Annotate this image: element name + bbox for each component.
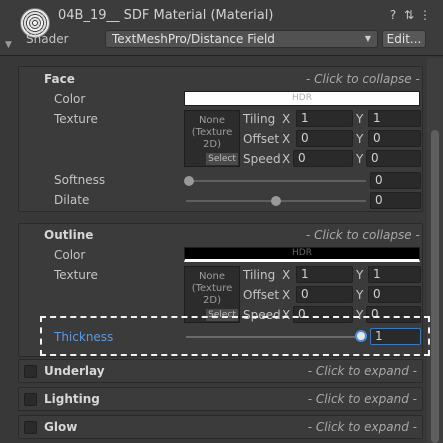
face-offset-label: Offset (243, 132, 280, 146)
outline-tiling-label: Tiling (243, 268, 276, 282)
face-offset-x-field[interactable]: 0 (296, 130, 353, 147)
face-tiling-y-field[interactable]: 1 (368, 110, 421, 127)
context-menu-icon[interactable]: ⋮ (418, 8, 432, 22)
outline-collapse-hint[interactable]: - Click to collapse - (306, 228, 420, 242)
face-tiling-y-label: Y (356, 112, 364, 126)
face-texture-select-button[interactable]: Select (206, 153, 238, 165)
face-offset-y-label: Y (356, 132, 364, 146)
face-speed-y-field[interactable]: 0 (366, 150, 421, 167)
dropdown-arrow-icon: ▼ (364, 34, 371, 43)
face-softness-slider-track[interactable] (186, 180, 366, 182)
face-offset-y-field[interactable]: 0 (368, 130, 421, 147)
face-texture-slot[interactable]: None (Texture 2D) Select (184, 110, 240, 167)
face-tiling-x-field[interactable]: 1 (296, 110, 353, 127)
underlay-expand-hint: - Click to expand - (307, 364, 417, 378)
outline-tiling-x-label: X (282, 268, 291, 282)
outline-tiling-y-field[interactable]: 1 (368, 266, 421, 283)
shader-label: Shader (26, 32, 69, 46)
face-color-hdr: HDR (292, 93, 312, 103)
face-dilate-field[interactable]: 0 (370, 192, 421, 209)
outline-offset-x-field[interactable]: 0 (296, 286, 353, 303)
face-dilate-label: Dilate (54, 193, 90, 207)
underlay-checkbox[interactable] (24, 365, 37, 378)
outline-offset-y-field[interactable]: 0 (368, 286, 421, 303)
glow-section[interactable]: Glow - Click to expand - (18, 415, 423, 439)
face-color-field[interactable]: HDR (184, 91, 420, 106)
face-dilate-slider-knob[interactable] (271, 196, 281, 206)
outline-texture-none: None (Texture 2D) (191, 271, 233, 306)
glow-checkbox[interactable] (24, 421, 37, 434)
outline-color-label: Color (54, 248, 86, 262)
lighting-checkbox[interactable] (24, 393, 37, 406)
face-softness-field[interactable]: 0 (370, 172, 421, 189)
material-title: 04B_19__ SDF Material (Material) (58, 8, 274, 23)
outline-offset-y-label: Y (356, 288, 364, 302)
face-speed-y-label: Y (356, 152, 364, 166)
outline-tiling-y-label: Y (356, 268, 364, 282)
lighting-title: Lighting (44, 392, 100, 406)
outline-texture-label: Texture (54, 268, 98, 282)
face-tiling-label: Tiling (243, 112, 276, 126)
face-offset-x-label: X (282, 132, 291, 146)
outline-color-field[interactable]: HDR (184, 247, 420, 262)
presets-icon[interactable]: ⇅ (402, 8, 416, 22)
thickness-highlight-box (40, 316, 430, 356)
face-tiling-x-label: X (282, 112, 291, 126)
face-color-label: Color (54, 92, 86, 106)
outline-offset-x-label: X (282, 288, 291, 302)
face-texture-label: Texture (54, 112, 98, 126)
face-section-title[interactable]: Face (44, 72, 75, 86)
lighting-expand-hint: - Click to expand - (307, 392, 417, 406)
lighting-section[interactable]: Lighting - Click to expand - (18, 387, 423, 411)
underlay-title: Underlay (44, 364, 105, 378)
outline-texture-slot[interactable]: None (Texture 2D) Select (184, 266, 240, 323)
outline-offset-label: Offset (243, 288, 280, 302)
face-texture-none: None (Texture 2D) (191, 115, 233, 150)
shader-dropdown-value: TextMeshPro/Distance Field (112, 32, 275, 46)
glow-expand-hint: - Click to expand - (307, 420, 417, 434)
glow-title: Glow (44, 420, 78, 434)
shader-dropdown[interactable]: TextMeshPro/Distance Field ▼ (105, 30, 378, 48)
underlay-section[interactable]: Underlay - Click to expand - (18, 359, 423, 383)
edit-shader-button[interactable]: Edit... (382, 30, 426, 48)
help-icon[interactable]: ? (386, 8, 400, 22)
face-softness-label: Softness (54, 173, 106, 187)
face-softness-slider-knob[interactable] (184, 176, 194, 186)
scrollbar-thumb[interactable] (431, 130, 439, 443)
foldout-arrow-icon[interactable]: ▼ (5, 40, 12, 50)
face-speed-x-label: X (282, 152, 291, 166)
face-speed-x-field[interactable]: 0 (293, 150, 353, 167)
face-speed-label: Speed (243, 152, 281, 166)
outline-tiling-x-field[interactable]: 1 (296, 266, 353, 283)
face-collapse-hint[interactable]: - Click to collapse - (306, 72, 420, 86)
outline-section-title[interactable]: Outline (44, 228, 93, 242)
outline-color-hdr: HDR (292, 248, 312, 258)
